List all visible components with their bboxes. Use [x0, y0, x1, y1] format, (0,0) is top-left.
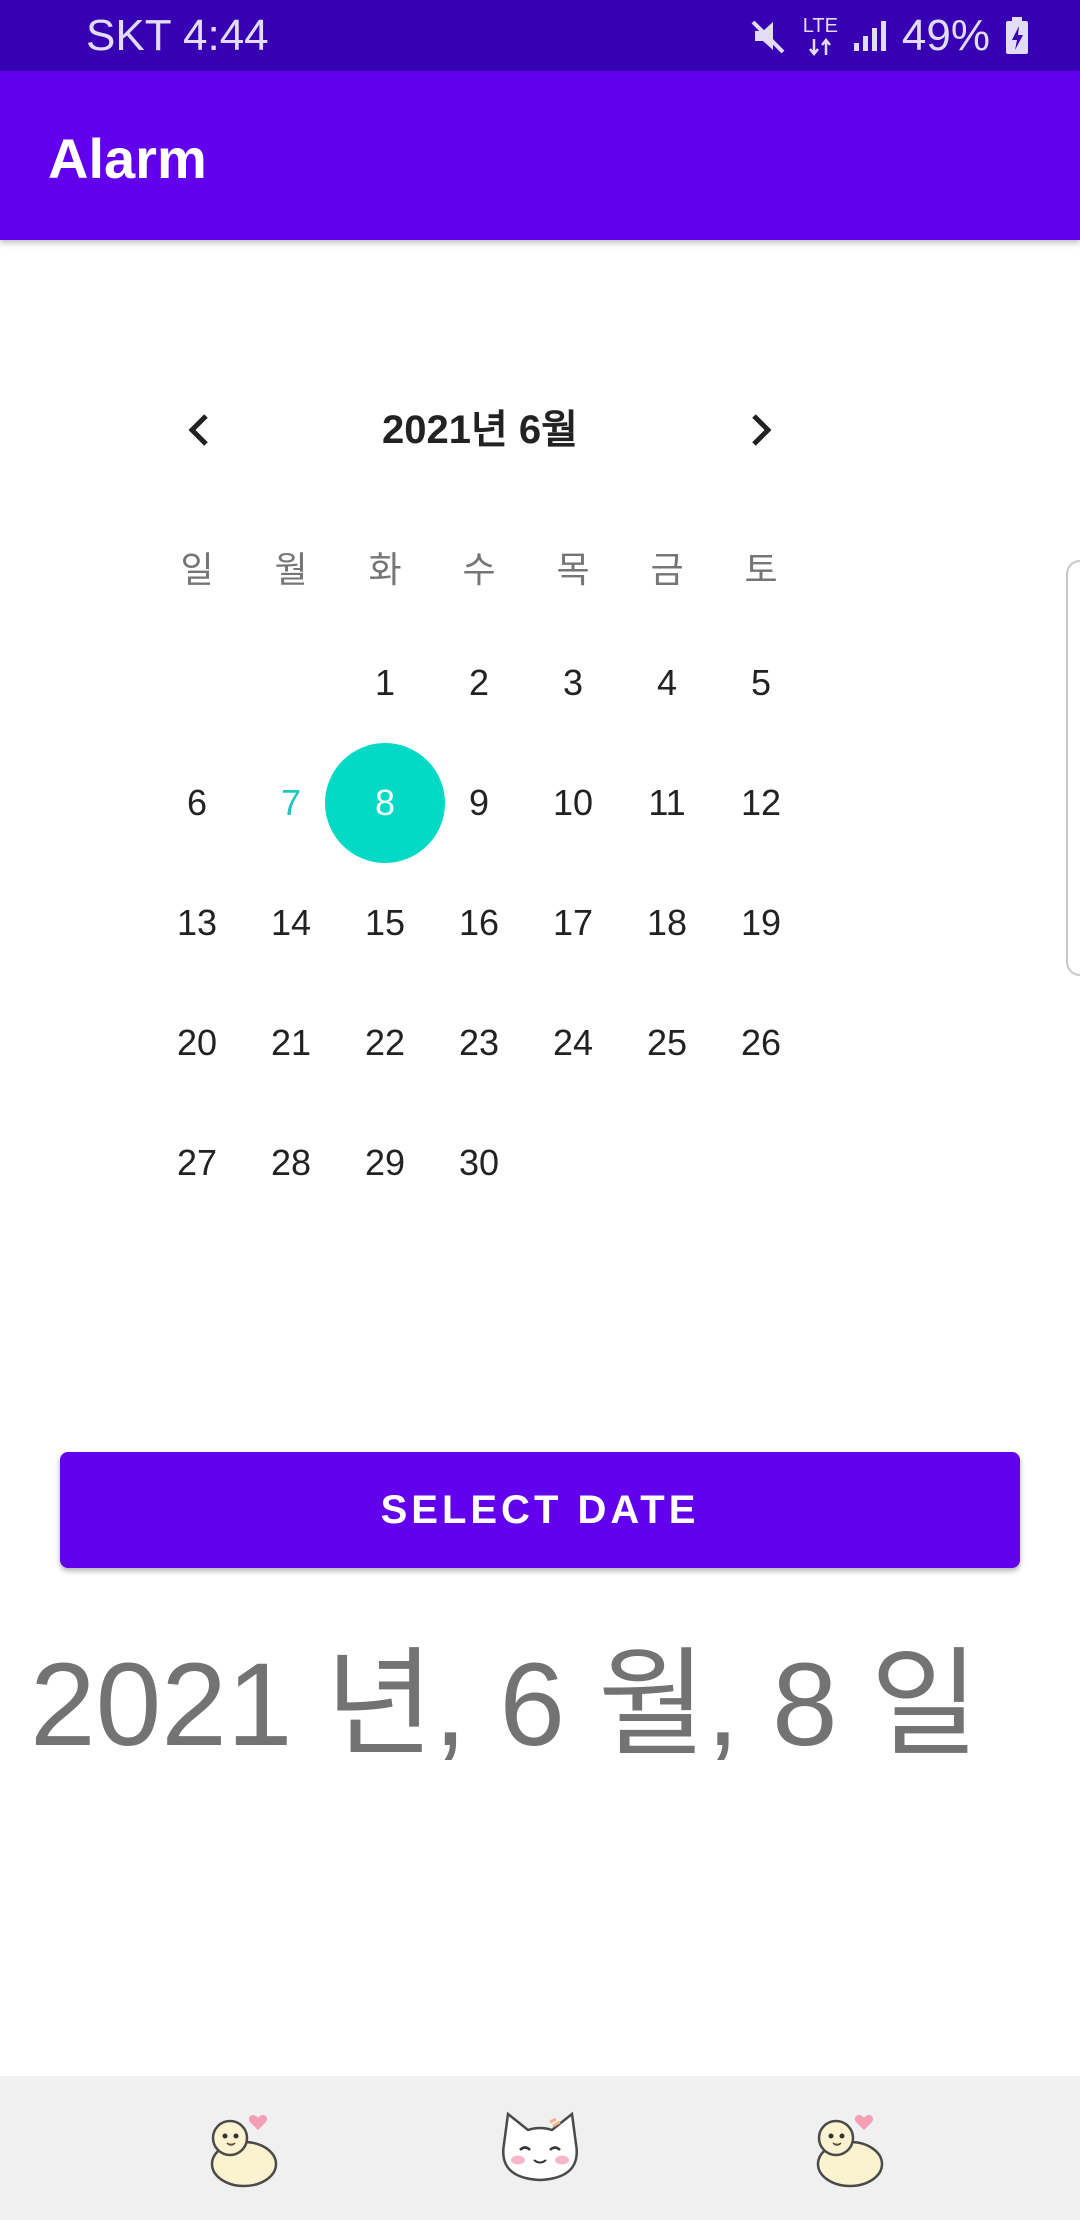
day-cell[interactable]: 30 [432, 1116, 526, 1210]
day-cell[interactable]: 3 [526, 636, 620, 730]
day-cell[interactable]: 11 [620, 756, 714, 850]
day-cell[interactable]: 9 [432, 756, 526, 850]
weekday-label: 월 [274, 549, 308, 590]
day-cell[interactable]: 27 [150, 1116, 244, 1210]
battery-percent: 49% [901, 11, 990, 60]
day-cell[interactable]: 21 [244, 996, 338, 1090]
calendar-header: 2021년 6월 [160, 390, 800, 470]
day-cell[interactable]: 10 [526, 756, 620, 850]
next-month-button[interactable] [720, 390, 800, 470]
weekday-label: 토 [744, 549, 778, 590]
duck-icon[interactable] [192, 2098, 292, 2198]
duck-icon[interactable] [798, 2098, 898, 2198]
lte-icon: LTE [803, 15, 838, 57]
day-cell[interactable]: 25 [620, 996, 714, 1090]
select-date-button[interactable]: SELECT DATE [60, 1452, 1020, 1568]
side-panel-handle[interactable] [1066, 560, 1080, 976]
day-cell[interactable]: 4 [620, 636, 714, 730]
lte-label: LTE [802, 14, 838, 37]
calendar-grid: 1 2 3 4 5 6 7 8 9 10 11 12 13 14 15 16 17 18 19 20 21 22 23 24 2… [0, 0, 1080, 2220]
day-cell[interactable]: 18 [620, 876, 714, 970]
weekday-label: 목 [556, 549, 590, 590]
carrier-time: SKT 4:44 [86, 11, 269, 60]
day-cell[interactable]: 14 [244, 876, 338, 970]
day-cell[interactable]: 28 [244, 1116, 338, 1210]
status-icons: LTE 49% [749, 0, 1030, 71]
day-cell[interactable]: 22 [338, 996, 432, 1090]
day-cell[interactable]: 1 [338, 636, 432, 730]
day-cell[interactable]: 24 [526, 996, 620, 1090]
day-cell[interactable]: 23 [432, 996, 526, 1090]
signal-icon [852, 19, 888, 53]
bottom-bar [0, 2076, 1080, 2220]
battery-icon [1004, 16, 1030, 56]
day-cell[interactable]: 29 [338, 1116, 432, 1210]
month-label: 2021년 6월 [382, 408, 578, 452]
day-cell[interactable]: 12 [714, 756, 808, 850]
weekday-header: 일 월 화 수 목 금 토 [150, 530, 810, 610]
cat-icon[interactable] [490, 2098, 590, 2198]
weekday-label: 금 [650, 549, 684, 590]
day-cell[interactable]: 16 [432, 876, 526, 970]
day-cell[interactable]: 5 [714, 636, 808, 730]
weekday-label: 화 [368, 549, 402, 590]
mute-icon [749, 16, 789, 56]
chevron-right-icon [752, 414, 772, 446]
weekday-label: 수 [462, 549, 496, 590]
day-cell[interactable]: 7 [244, 756, 338, 850]
day-cell[interactable]: 15 [338, 876, 432, 970]
selected-day-cell[interactable]: 8 [325, 743, 445, 863]
app-bar: Alarm [0, 71, 1080, 240]
selected-date-text: 2021 년, 6 월, 8 일 [30, 1639, 979, 1771]
day-cell[interactable]: 19 [714, 876, 808, 970]
status-bar: SKT 4:44 LTE 49% [0, 0, 1080, 71]
day-cell[interactable]: 17 [526, 876, 620, 970]
prev-month-button[interactable] [160, 390, 240, 470]
day-cell[interactable]: 6 [150, 756, 244, 850]
day-cell[interactable]: 13 [150, 876, 244, 970]
day-cell[interactable]: 26 [714, 996, 808, 1090]
chevron-left-icon [188, 414, 208, 446]
weekday-label: 일 [180, 549, 214, 590]
day-cell[interactable]: 20 [150, 996, 244, 1090]
day-cell[interactable]: 2 [432, 636, 526, 730]
app-title: Alarm [48, 127, 207, 190]
